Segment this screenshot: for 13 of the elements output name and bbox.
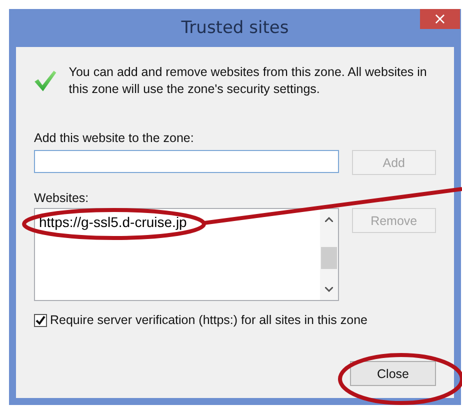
websites-label: Websites: bbox=[34, 191, 90, 205]
window-title: Trusted sites bbox=[181, 18, 289, 38]
scroll-thumb[interactable] bbox=[320, 247, 337, 269]
close-dialog-button[interactable]: Close bbox=[350, 361, 436, 386]
close-button[interactable]: × bbox=[420, 9, 460, 29]
scrollbar[interactable] bbox=[320, 209, 338, 300]
https-checkbox[interactable] bbox=[34, 314, 47, 326]
website-input[interactable] bbox=[34, 150, 339, 173]
https-checkbox-label: Require server verification (https:) for all sites in this zone bbox=[50, 313, 368, 327]
scroll-down-icon bbox=[324, 287, 333, 292]
info-message: You can add and remove websites from this zone. All websites in this zone will use the zone's security settings. bbox=[68, 64, 428, 98]
add-field-label: Add this website to the zone: bbox=[34, 131, 195, 145]
scroll-up-icon bbox=[324, 217, 333, 222]
